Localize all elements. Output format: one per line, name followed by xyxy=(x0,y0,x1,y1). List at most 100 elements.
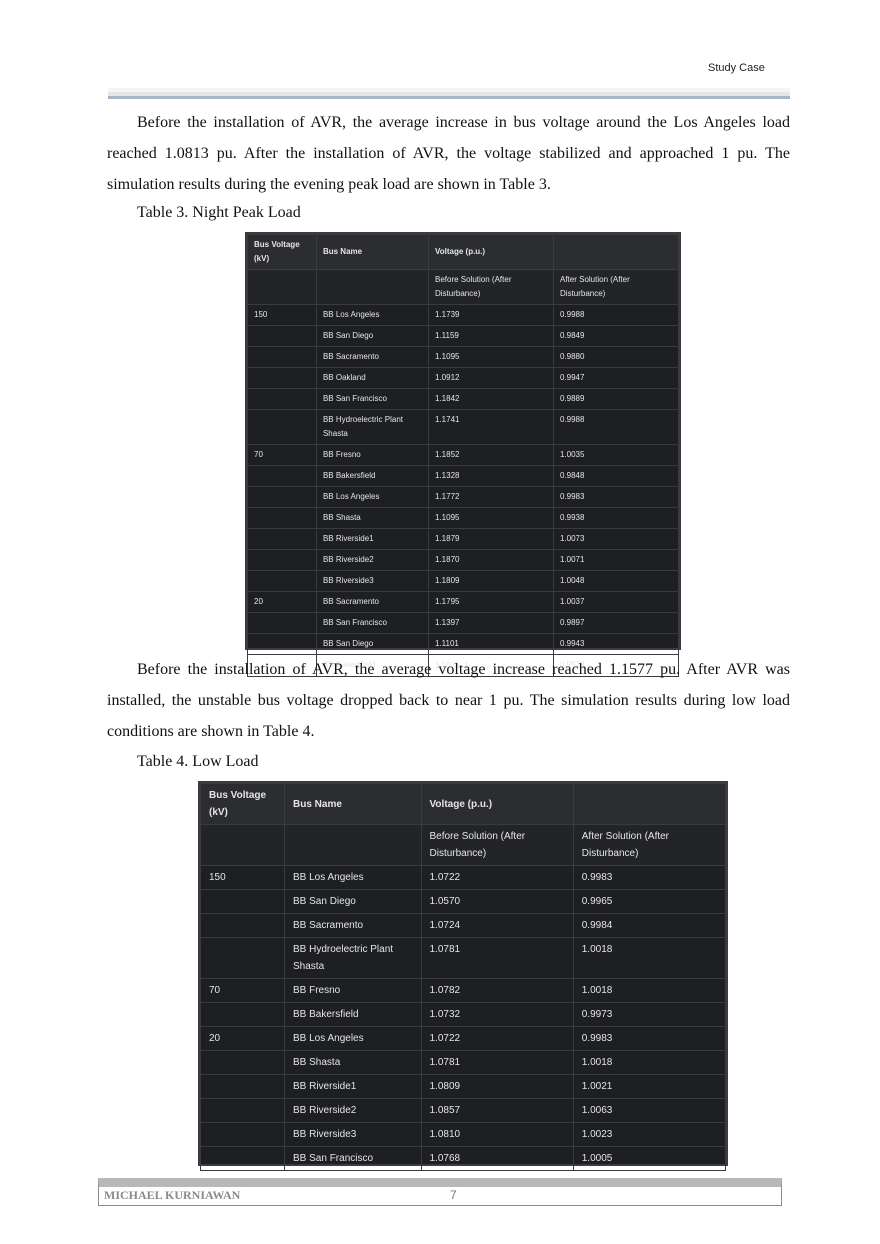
cell-after: 0.9988 xyxy=(552,409,680,445)
cell-after: 1.0018 xyxy=(572,978,727,1003)
cell-before: 1.0724 xyxy=(420,913,574,938)
table-row: BB Riverside2 1.0857 1.0063 xyxy=(200,1098,727,1123)
table4-col-bus-voltage: Bus Voltage (kV) xyxy=(200,783,285,825)
table-row: BB Los Angeles 1.1772 0.9983 xyxy=(247,486,680,508)
cell-before: 1.1842 xyxy=(428,388,554,410)
footer-author: MICHAEL KURNIAWAN xyxy=(104,1188,241,1202)
cell-bus-name: BB Los Angeles xyxy=(284,865,422,890)
cell-bus-name: BB Bakersfield xyxy=(315,465,430,487)
cell-bus-name: BB San Diego xyxy=(315,633,430,655)
cell-bus-name: BB Riverside1 xyxy=(284,1074,422,1099)
cell-bus-voltage xyxy=(200,1074,285,1099)
cell-bus-name: BB Riverside2 xyxy=(315,549,430,571)
cell-after: 0.9973 xyxy=(572,1002,727,1027)
cell-bus-voltage xyxy=(247,549,317,571)
cell-bus-name: BB Bakersfield xyxy=(284,1002,422,1027)
cell-bus-voltage xyxy=(247,409,317,445)
cell-bus-voltage xyxy=(247,367,317,389)
table-row: 150 BB Los Angeles 1.1739 0.9988 xyxy=(247,304,680,326)
cell-before: 1.1095 xyxy=(428,507,554,529)
table4-sub-after: After Solution (After Disturbance) xyxy=(572,824,727,866)
running-header: Study Case xyxy=(708,62,765,74)
table-row: BB Riverside2 1.1870 1.0071 xyxy=(247,549,680,571)
cell-bus-voltage xyxy=(200,1098,285,1123)
table-row: BB San Diego 1.1101 0.9943 xyxy=(247,633,680,655)
cell-after: 1.0073 xyxy=(552,528,680,550)
cell-before: 1.1328 xyxy=(428,465,554,487)
table4-subheader-row: Before Solution (After Disturbance) Afte… xyxy=(200,824,727,866)
cell-bus-voltage xyxy=(247,325,317,347)
table-row: BB San Francisco 1.1842 0.9889 xyxy=(247,388,680,410)
cell-before: 1.1095 xyxy=(428,346,554,368)
table-row: BB Hydroelectric Plant Shasta 1.0781 1.001… xyxy=(200,937,727,979)
cell-after: 0.9880 xyxy=(552,346,680,368)
cell-bus-name: BB San Diego xyxy=(284,889,422,914)
cell-bus-name: BB San Francisco xyxy=(315,388,430,410)
table3-sub-before: Before Solution (After Disturbance) xyxy=(428,269,554,305)
paragraph-night-peak: Before the installation of AVR, the aver… xyxy=(107,114,790,193)
table-row: BB Riverside1 1.0809 1.0021 xyxy=(200,1074,727,1099)
table-row: 70 BB Fresno 1.1852 1.0035 xyxy=(247,444,680,466)
table3-col-voltage: Voltage (p.u.) xyxy=(428,234,554,270)
cell-bus-name: BB Riverside3 xyxy=(315,570,430,592)
cell-after: 0.9938 xyxy=(552,507,680,529)
cell-after: 0.9965 xyxy=(572,889,727,914)
cell-after: 0.9983 xyxy=(572,1026,727,1051)
cell-before: 1.1741 xyxy=(428,409,554,445)
table-row: BB Shasta 1.1095 0.9938 xyxy=(247,507,680,529)
cell-bus-name: BB San Francisco xyxy=(284,1146,422,1171)
table4-col-empty xyxy=(572,783,727,825)
cell-before: 1.0732 xyxy=(420,1002,574,1027)
cell-after: 0.9889 xyxy=(552,388,680,410)
cell-bus-voltage xyxy=(247,633,317,655)
cell-before: 1.0781 xyxy=(420,1050,574,1075)
header-rule xyxy=(108,88,790,99)
table4-header-row: Bus Voltage (kV) Bus Name Voltage (p.u.) xyxy=(200,783,727,825)
cell-before: 1.1397 xyxy=(428,612,554,634)
cell-before: 1.1870 xyxy=(428,549,554,571)
cell-before: 1.1101 xyxy=(428,633,554,655)
cell-bus-voltage: 70 xyxy=(247,444,317,466)
cell-bus-name: BB Los Angeles xyxy=(284,1026,422,1051)
cell-after: 1.0037 xyxy=(552,591,680,613)
cell-bus-voltage: 20 xyxy=(247,591,317,613)
cell-before: 1.0722 xyxy=(420,1026,574,1051)
cell-after: 1.0071 xyxy=(552,549,680,571)
cell-before: 1.1852 xyxy=(428,444,554,466)
cell-after: 1.0018 xyxy=(572,1050,727,1075)
cell-before: 1.0912 xyxy=(428,367,554,389)
table-row: BB Bakersfield 1.1328 0.9848 xyxy=(247,465,680,487)
cell-after: 0.9943 xyxy=(552,633,680,655)
table3-col-empty xyxy=(552,234,680,270)
cell-before: 1.0782 xyxy=(420,978,574,1003)
cell-before: 1.0809 xyxy=(420,1074,574,1099)
cell-before: 1.1879 xyxy=(428,528,554,550)
cell-bus-voltage: 70 xyxy=(200,978,285,1003)
cell-bus-name: BB Los Angeles xyxy=(315,304,430,326)
table-row: BB San Diego 1.1159 0.9849 xyxy=(247,325,680,347)
cell-before: 1.1809 xyxy=(428,570,554,592)
cell-bus-name: BB Fresno xyxy=(284,978,422,1003)
table4-caption: Table 4. Low Load xyxy=(137,753,259,770)
cell-before: 1.0570 xyxy=(420,889,574,914)
cell-bus-name: BB Oakland xyxy=(315,367,430,389)
table4: Bus Voltage (kV) Bus Name Voltage (p.u.)… xyxy=(200,783,727,1171)
table3-caption: Table 3. Night Peak Load xyxy=(137,204,301,221)
table4-col-voltage: Voltage (p.u.) xyxy=(420,783,574,825)
cell-bus-voltage: 150 xyxy=(200,865,285,890)
cell-after: 0.9897 xyxy=(552,612,680,634)
table3-header-row: Bus Voltage (kV) Bus Name Voltage (p.u.) xyxy=(247,234,680,270)
table-row: 20 BB Sacramento 1.1795 1.0037 xyxy=(247,591,680,613)
table-row: BB Riverside1 1.1879 1.0073 xyxy=(247,528,680,550)
table-row: BB Bakersfield 1.0732 0.9973 xyxy=(200,1002,727,1027)
cell-bus-name: BB Riverside3 xyxy=(284,1122,422,1147)
table-row: BB Riverside3 1.1809 1.0048 xyxy=(247,570,680,592)
cell-bus-voltage xyxy=(247,486,317,508)
cell-bus-name: BB Sacramento xyxy=(315,591,430,613)
cell-bus-voltage xyxy=(247,612,317,634)
cell-before: 1.1795 xyxy=(428,591,554,613)
cell-bus-voltage xyxy=(200,1122,285,1147)
table3-col-bus-voltage: Bus Voltage (kV) xyxy=(247,234,317,270)
table4-col-bus-name: Bus Name xyxy=(284,783,422,825)
cell-bus-voltage xyxy=(200,913,285,938)
